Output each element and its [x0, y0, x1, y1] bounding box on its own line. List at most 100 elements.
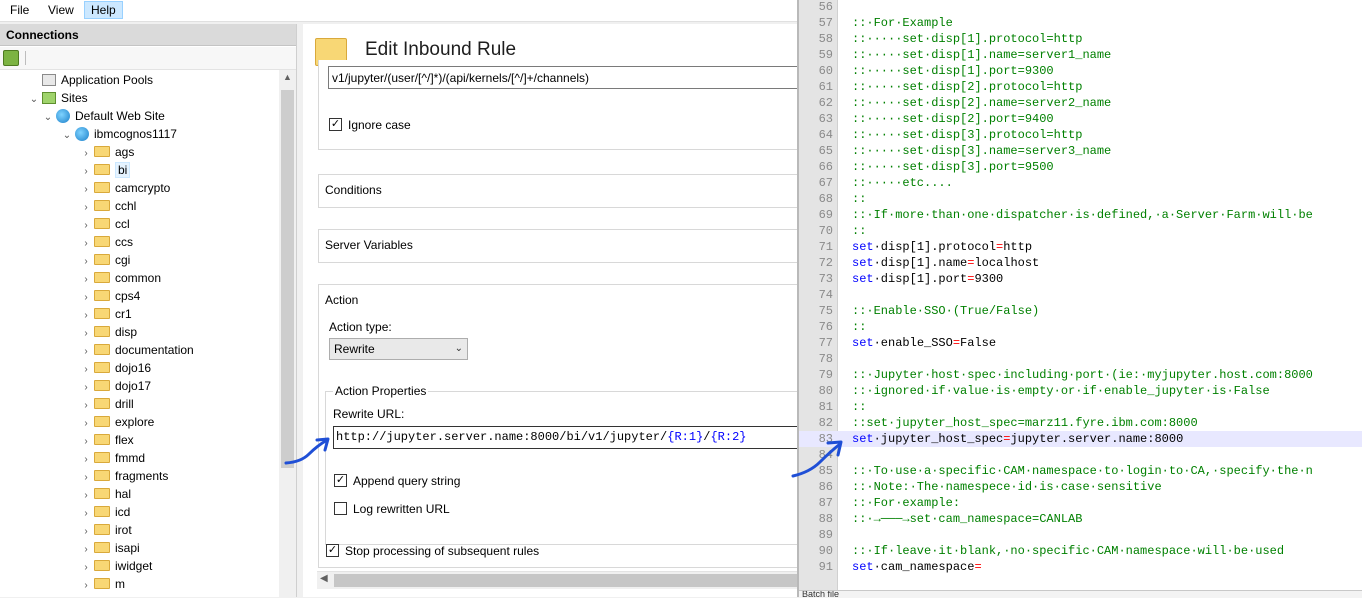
tree-node[interactable]: ⌄ Sites — [28, 89, 88, 107]
tree-node[interactable]: › documentation — [80, 341, 193, 359]
line-number: 67 — [818, 176, 833, 190]
code-line[interactable]: 58::·····set·disp[1].protocol=http — [799, 31, 1362, 47]
tree-node[interactable]: › disp — [80, 323, 137, 341]
tree-node[interactable]: › flex — [80, 431, 133, 449]
code-line[interactable]: 80::·ignored·if·value·is·empty·or·if·ena… — [799, 383, 1362, 399]
tree-node[interactable]: Application Pools — [28, 71, 153, 89]
code-line[interactable]: 56 — [799, 0, 1362, 15]
code-line[interactable]: 87::·For·example: — [799, 495, 1362, 511]
code-line[interactable]: 88::·→───→set·cam_namespace=CANLAB — [799, 511, 1362, 527]
tree-node[interactable]: › explore — [80, 413, 154, 431]
code-line[interactable]: 70:: — [799, 223, 1362, 239]
code-line[interactable]: 86::·Note:·The·namespece·id·is·case·sens… — [799, 479, 1362, 495]
code-line[interactable]: 83 set·jupyter_host_spec=jupyter.server.n… — [799, 431, 1362, 447]
code-line[interactable]: 91 set·cam_namespace= — [799, 559, 1362, 575]
code-line[interactable]: 81:: — [799, 399, 1362, 415]
code-line[interactable]: 62::·····set·disp[2].name=server2_name — [799, 95, 1362, 111]
line-number: 72 — [818, 256, 833, 270]
action-type-dropdown[interactable]: Rewrite ⌄ — [329, 338, 468, 360]
menu-help[interactable]: Help — [84, 1, 123, 19]
rewrite-url-input[interactable]: http://jupyter.server.name:8000/bi/v1/ju… — [333, 426, 800, 449]
tree-node[interactable]: › irot — [80, 521, 132, 539]
tree-node[interactable]: › ags — [80, 143, 134, 161]
code-line[interactable]: 69::·If·more·than·one·dispatcher·is·defi… — [799, 207, 1362, 223]
tree-node[interactable]: › bi — [80, 161, 131, 179]
server-variables-section[interactable]: Server Variables — [318, 229, 800, 263]
code-line[interactable]: 59::·····set·disp[1].name=server1_name — [799, 47, 1362, 63]
tree-node[interactable]: › hal — [80, 485, 131, 503]
code-line[interactable]: 68:: — [799, 191, 1362, 207]
tree-scrollbar[interactable]: ▲ — [279, 70, 296, 597]
stop-processing-checkbox[interactable]: ✓ — [326, 544, 339, 557]
tree-node[interactable]: › drill — [80, 395, 133, 413]
line-number: 91 — [818, 560, 833, 574]
tree-node[interactable]: ⌄ ibmcognos1117 — [61, 125, 177, 143]
code-line[interactable]: 65::·····set·disp[3].name=server3_name — [799, 143, 1362, 159]
code-lines[interactable]: 56 57::·For·Example 58::·····set·disp[1].p… — [799, 0, 1362, 590]
menu-view[interactable]: View — [42, 1, 80, 19]
code-line[interactable]: 75::·Enable·SSO·(True/False) — [799, 303, 1362, 319]
code-line[interactable]: 85::·To·use·a·specific·CAM·namespace·to·… — [799, 463, 1362, 479]
chevron-right-icon[interactable]: › — [80, 577, 92, 595]
code-token: ::·ignored·if·value·is·empty·or·if·enabl… — [852, 384, 1270, 398]
tree-node[interactable]: › dojo17 — [80, 377, 151, 395]
code-line[interactable]: 71 set·disp[1].protocol=http — [799, 239, 1362, 255]
code-line[interactable]: 76:: — [799, 319, 1362, 335]
code-token: ·disp[1].port — [873, 272, 968, 286]
code-line[interactable]: 61::·····set·disp[2].protocol=http — [799, 79, 1362, 95]
code-line[interactable]: 79::·Jupyter·host·spec·including·port·(i… — [799, 367, 1362, 383]
log-rewritten-checkbox[interactable] — [334, 502, 347, 515]
tree-node[interactable]: › camcrypto — [80, 179, 170, 197]
tree-node[interactable]: › cps4 — [80, 287, 140, 305]
code-line[interactable]: 82::set·jupyter_host_spec=marz11.fyre.ib… — [799, 415, 1362, 431]
append-query-checkbox[interactable]: ✓ — [334, 474, 347, 487]
code-line[interactable]: 72 set·disp[1].name=localhost — [799, 255, 1362, 271]
code-line[interactable]: 89 — [799, 527, 1362, 543]
connect-icon[interactable] — [3, 50, 19, 66]
menu-file[interactable]: File — [4, 1, 35, 19]
code-line[interactable]: 63::·····set·disp[2].port=9400 — [799, 111, 1362, 127]
code-line[interactable]: 90::·If·leave·it·blank,·no·specific·CAM·… — [799, 543, 1362, 559]
chevron-down-icon[interactable]: ⌄ — [61, 127, 73, 145]
tree-node-label: irot — [115, 523, 132, 537]
scroll-up-icon[interactable]: ▲ — [279, 72, 296, 86]
tree-node[interactable]: › fmmd — [80, 449, 145, 467]
conditions-section[interactable]: Conditions — [318, 174, 800, 208]
code-token: set — [852, 336, 874, 350]
code-line[interactable]: 77 set·enable_SSO=False — [799, 335, 1362, 351]
code-line[interactable]: 78 — [799, 351, 1362, 367]
ignore-case-checkbox[interactable]: ✓ — [329, 118, 342, 131]
line-number: 81 — [818, 400, 833, 414]
tree-node[interactable]: › dojo16 — [80, 359, 151, 377]
tree-node[interactable]: › m — [80, 575, 125, 593]
code-token: ::·····set·disp[2].name=server2_name — [852, 96, 1112, 110]
tree-node[interactable]: › cgi — [80, 251, 130, 269]
tree-node[interactable]: › cchl — [80, 197, 136, 215]
chevron-down-icon[interactable]: ⌄ — [42, 109, 54, 127]
tree-node[interactable]: › cr1 — [80, 305, 131, 323]
tree-node[interactable]: ⌄ Default Web Site — [42, 107, 165, 125]
tree-node[interactable]: › fragments — [80, 467, 168, 485]
code-line[interactable]: 60::·····set·disp[1].port=9300 — [799, 63, 1362, 79]
code-token: set — [852, 256, 874, 270]
code-line[interactable]: 74 — [799, 287, 1362, 303]
code-line[interactable]: 64::·····set·disp[3].protocol=http — [799, 127, 1362, 143]
tree-node[interactable]: › icd — [80, 503, 130, 521]
tree-scrollbar-thumb[interactable] — [281, 90, 294, 468]
code-line[interactable]: 73 set·disp[1].port=9300 — [799, 271, 1362, 287]
chevron-down-icon[interactable]: ⌄ — [28, 91, 40, 109]
tree-node[interactable]: › ccs — [80, 233, 133, 251]
scroll-left-icon[interactable]: ◀ — [320, 573, 328, 584]
tree-node[interactable]: › iwidget — [80, 557, 152, 575]
tree-node[interactable]: › common — [80, 269, 161, 287]
folder-icon — [94, 542, 110, 554]
code-line[interactable]: 84 — [799, 447, 1362, 463]
tree-node[interactable]: › isapi — [80, 539, 139, 557]
code-line[interactable]: 67::·····etc.... — [799, 175, 1362, 191]
pattern-input[interactable]: v1/jupyter/(user/[^/]*)/(api/kernels/[^/… — [328, 66, 800, 89]
horizontal-scrollbar[interactable]: ◀ — [317, 571, 800, 589]
code-line[interactable]: 57::·For·Example — [799, 15, 1362, 31]
tree-node[interactable]: › ccl — [80, 215, 129, 233]
code-line[interactable]: 66::·····set·disp[3].port=9500 — [799, 159, 1362, 175]
horizontal-scrollbar-thumb[interactable] — [334, 574, 800, 587]
